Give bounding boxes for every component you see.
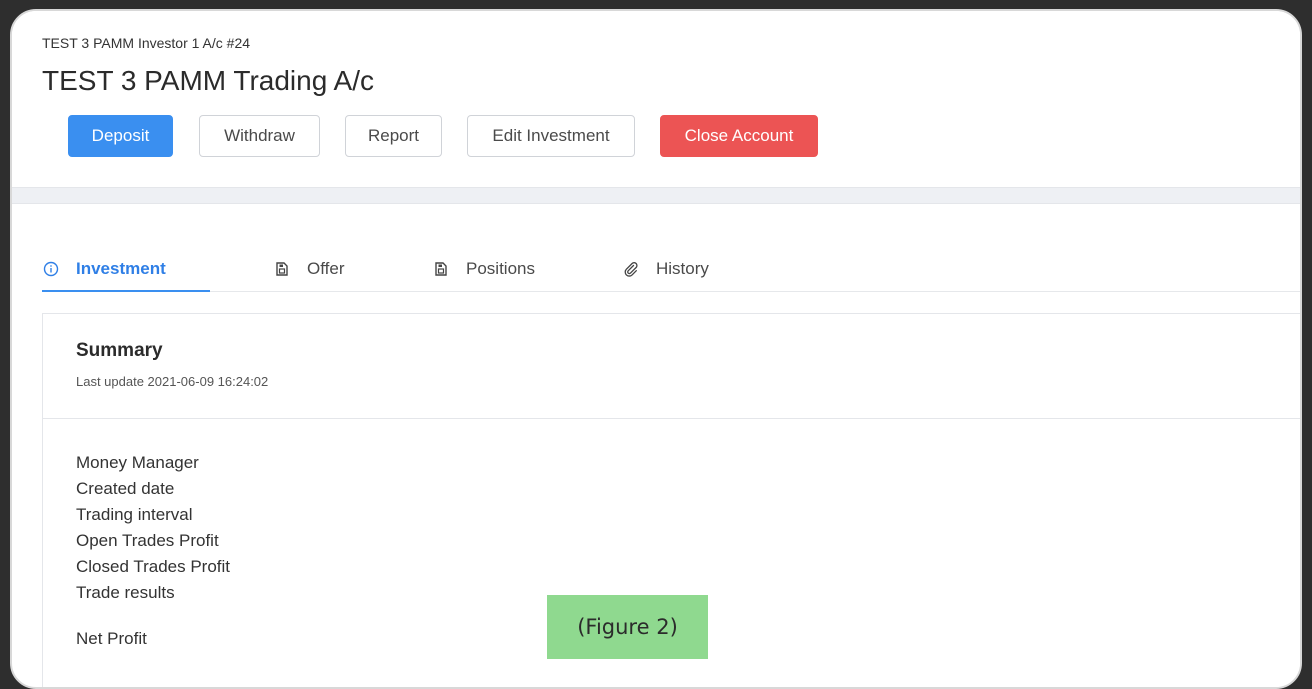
page-title: TEST 3 PAMM Trading A/c	[42, 65, 374, 96]
summary-rows: Money Manager Created date Trading inter…	[76, 450, 230, 652]
app-window: TEST 3 PAMM Investor 1 A/c #24 TEST 3 PA…	[10, 9, 1302, 689]
page-header: TEST 3 PAMM Investor 1 A/c #24 TEST 3 PA…	[12, 11, 1300, 187]
report-button[interactable]: Report	[345, 115, 442, 157]
summary-row-trading-interval: Trading interval	[76, 505, 193, 524]
tab-positions[interactable]: Positions	[432, 247, 535, 291]
summary-row-net-profit: Net Profit	[76, 629, 147, 648]
summary-title: Summary	[76, 340, 163, 361]
summary-header: Summary Last update 2021-06-09 16:24:02	[43, 314, 1300, 419]
summary-row-created-date: Created date	[76, 479, 175, 498]
last-update-text: Last update 2021-06-09 16:24:02	[76, 374, 269, 389]
tab-label: Investment	[76, 259, 166, 278]
tab-bar: Investment Offer Positions History	[42, 247, 1300, 292]
tab-history[interactable]: History	[622, 247, 709, 291]
document-icon	[273, 260, 291, 278]
tab-investment[interactable]: Investment	[42, 247, 210, 292]
tab-label: Positions	[466, 259, 535, 278]
deposit-button[interactable]: Deposit	[68, 115, 173, 157]
info-icon	[42, 260, 60, 278]
summary-row-open-trades-profit: Open Trades Profit	[76, 531, 219, 550]
tab-label: Offer	[307, 259, 345, 278]
paperclip-icon	[622, 260, 640, 278]
close-account-button[interactable]: Close Account	[660, 115, 818, 157]
summary-row-closed-trades-profit: Closed Trades Profit	[76, 557, 231, 576]
breadcrumb[interactable]: TEST 3 PAMM Investor 1 A/c #24	[42, 35, 250, 51]
edit-investment-button[interactable]: Edit Investment	[467, 115, 635, 157]
figure-caption: (Figure 2)	[547, 595, 708, 659]
summary-row-money-manager: Money Manager	[76, 453, 199, 472]
withdraw-button[interactable]: Withdraw	[199, 115, 320, 157]
section-divider	[12, 187, 1300, 204]
document-icon	[432, 260, 450, 278]
tab-label: History	[656, 259, 709, 278]
summary-row-trade-results: Trade results	[76, 583, 175, 602]
tab-offer[interactable]: Offer	[273, 247, 344, 291]
